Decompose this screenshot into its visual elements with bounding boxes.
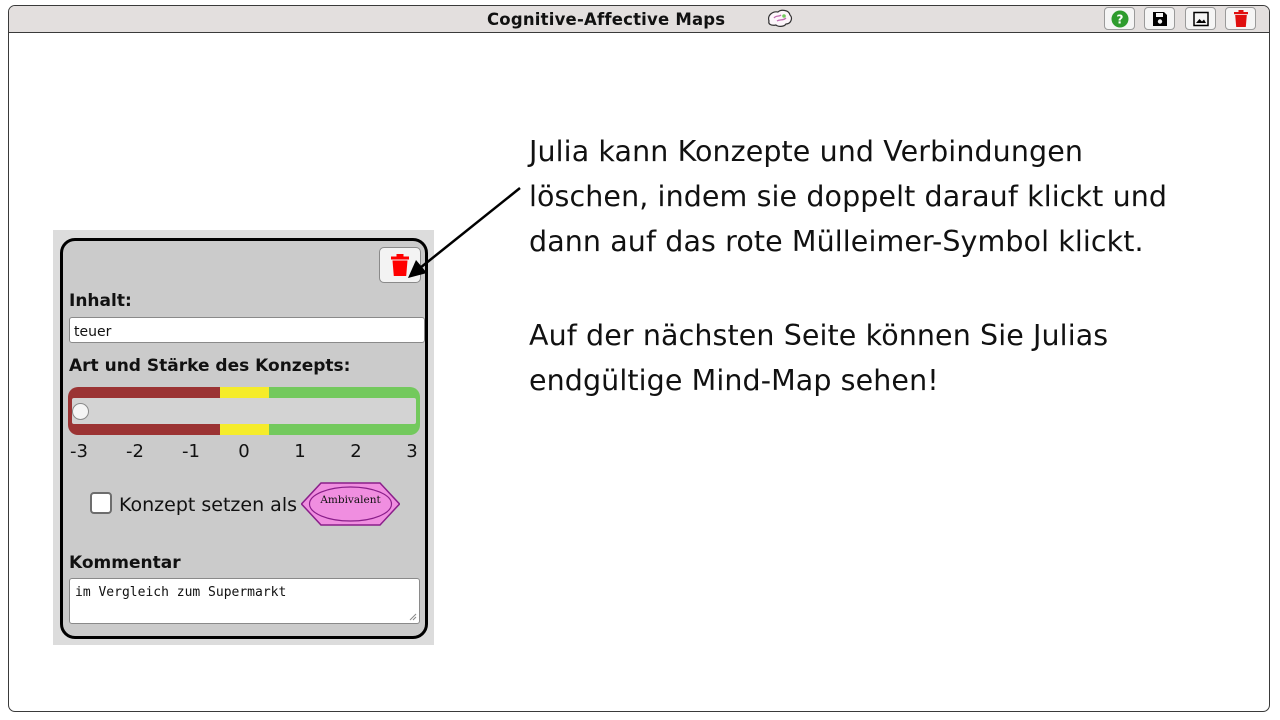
ambivalent-checkbox[interactable] <box>90 492 112 514</box>
export-image-button[interactable] <box>1185 7 1216 30</box>
help-icon: ? <box>1111 10 1128 27</box>
pointer-arrow <box>408 187 521 278</box>
slider-tick-label: 0 <box>238 441 250 462</box>
slider-tick-label: 2 <box>350 441 362 462</box>
save-button[interactable] <box>1144 7 1175 30</box>
comment-text: im Vergleich zum Supermarkt <box>75 585 287 600</box>
ambivalent-label: Ambivalent <box>320 494 381 506</box>
delete-map-button[interactable] <box>1225 7 1256 30</box>
instruction-line: löschen, indem sie doppelt darauf klickt… <box>529 180 1168 213</box>
valence-slider-rail[interactable] <box>72 398 416 424</box>
title-bar: Cognitive-Affective Maps ? <box>9 6 1269 33</box>
resize-grip-icon[interactable] <box>409 613 417 621</box>
instruction-line: Julia kann Konzepte und Verbindungen <box>529 135 1083 168</box>
comment-label: Kommentar <box>69 553 181 573</box>
content-label: Inhalt: <box>69 291 132 311</box>
type-strength-label: Art und Stärke des Konzepts: <box>69 356 351 376</box>
slider-tick-label: -2 <box>126 441 144 462</box>
slider-tick-label: 1 <box>294 441 306 462</box>
save-icon <box>1152 11 1167 26</box>
trash-icon <box>1233 10 1248 27</box>
brain-icon <box>768 9 792 27</box>
slider-tick-label: -1 <box>182 441 200 462</box>
ambivalent-checkbox-label: Konzept setzen als <box>119 494 297 516</box>
image-icon <box>1192 11 1209 26</box>
svg-text:?: ? <box>1116 12 1123 26</box>
content-input[interactable] <box>69 317 425 343</box>
comment-textarea[interactable]: im Vergleich zum Supermarkt <box>69 578 420 624</box>
instruction-line: Auf der nächsten Seite können Sie Julias <box>529 319 1109 352</box>
help-button[interactable]: ? <box>1104 7 1135 30</box>
slider-tick-label: -3 <box>70 441 88 462</box>
instruction-line: dann auf das rote Mülleimer-Symbol klick… <box>529 225 1144 258</box>
slider-tick-label: 3 <box>406 441 418 462</box>
valence-slider-thumb[interactable] <box>72 403 89 420</box>
app-title: Cognitive-Affective Maps <box>487 10 726 29</box>
instruction-line: endgültige Mind-Map sehen! <box>529 364 939 397</box>
